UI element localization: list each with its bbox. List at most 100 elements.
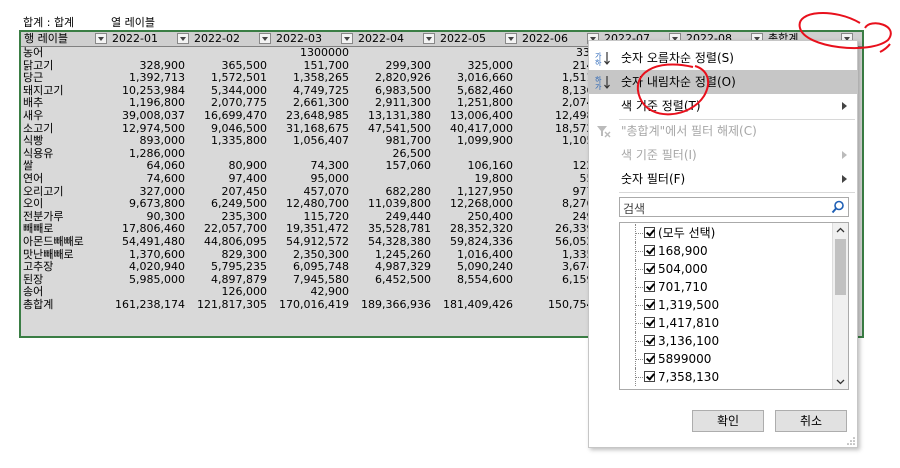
value-cell[interactable]: 893,000 [109, 135, 186, 148]
checkbox-checked-icon[interactable] [644, 371, 655, 382]
value-cell[interactable]: 54,328,380 [355, 235, 431, 249]
value-cell[interactable]: 11,039,800 [355, 198, 431, 211]
row-label[interactable]: 식빵 [23, 135, 43, 148]
value-cell[interactable]: 1,099,900 [437, 135, 513, 148]
value-cell[interactable]: 1,056,407 [273, 135, 349, 148]
checkbox-checked-icon[interactable] [644, 299, 655, 310]
row-label[interactable]: 오이 [23, 198, 43, 211]
value-cell[interactable]: 1,335,800 [191, 135, 267, 148]
row-label[interactable]: 총합계 [23, 298, 53, 312]
checkbox-checked-icon[interactable] [644, 227, 655, 238]
checkbox-checked-icon[interactable] [644, 335, 655, 346]
svg-text:하: 하 [595, 58, 602, 66]
scrollbar-thumb[interactable] [835, 239, 846, 295]
value-cell[interactable]: 3,016,660 [437, 72, 513, 85]
menu-separator [619, 192, 855, 193]
value-cell[interactable]: 1,358,265 [273, 72, 349, 85]
checkbox-checked-icon[interactable] [644, 317, 655, 328]
menu-clear-filter: "총합계"에서 필터 해제(C) [589, 119, 857, 143]
svg-text:가: 가 [595, 82, 602, 90]
value-cell[interactable]: 6,095,748 [273, 261, 349, 274]
checkbox-checked-icon[interactable] [644, 263, 655, 274]
menu-sort-by-color[interactable]: 색 기준 정렬(T) [589, 94, 857, 118]
menu-sort-ascending[interactable]: 가 하 숫자 오름차순 정렬(S) [589, 46, 857, 70]
chevron-right-icon [842, 102, 847, 110]
value-cell[interactable]: 1300000 [273, 46, 349, 60]
value-cell[interactable]: 2,820,926 [355, 72, 431, 85]
row-filter-dropdown-icon[interactable] [95, 33, 107, 44]
checkbox-label: 168,900 [658, 244, 708, 258]
row-label[interactable]: 새우 [23, 109, 43, 123]
value-cell[interactable]: 13,006,400 [437, 109, 513, 123]
value-cell[interactable]: 5,985,000 [109, 273, 185, 287]
value-cell[interactable]: 12,480,700 [273, 198, 349, 211]
row-labels-header[interactable]: 행 레이블 [21, 32, 109, 46]
value-cell[interactable]: 6,452,500 [355, 273, 431, 287]
value-cell[interactable]: 189,366,936 [355, 298, 431, 312]
row-label[interactable]: 당근 [23, 72, 43, 85]
value-cell[interactable]: 97,400 [191, 172, 268, 186]
value-cell[interactable]: 5,795,235 [191, 261, 267, 274]
value-cell[interactable]: 16,699,470 [191, 109, 267, 123]
menu-number-filter[interactable]: 숫자 필터(F) [589, 167, 857, 191]
value-cell[interactable]: 157,060 [355, 160, 432, 173]
menu-sort-descending[interactable]: 하 가 숫자 내림차순 정렬(O) [589, 70, 857, 94]
value-cell[interactable]: 1,572,501 [191, 72, 267, 85]
value-cell[interactable]: 54,491,480 [109, 235, 185, 249]
value-cell[interactable]: 12,268,000 [437, 198, 513, 211]
tree-line [635, 242, 644, 260]
col-filter-dropdown-icon[interactable] [259, 33, 271, 44]
col-filter-dropdown-icon[interactable] [341, 33, 353, 44]
checkbox-label: 504,000 [658, 262, 708, 276]
value-cell[interactable]: 19,800 [437, 172, 514, 186]
value-cell[interactable]: 9,673,800 [109, 198, 185, 211]
menu-item-label: 색 기준 정렬(T) [621, 99, 701, 113]
row-label[interactable]: 농어 [23, 46, 43, 60]
value-cell[interactable]: 54,912,572 [273, 235, 349, 249]
checkbox-label: 701,710 [658, 280, 708, 294]
col-filter-dropdown-icon[interactable] [505, 33, 517, 44]
row-label[interactable]: 아몬드빼빼로 [23, 235, 84, 249]
menu-item-label: 숫자 내림차순 정렬(O) [621, 75, 736, 89]
value-cell[interactable]: 5,090,240 [437, 261, 513, 274]
value-cell[interactable]: 13,131,380 [355, 109, 431, 123]
value-cell[interactable]: 121,817,305 [191, 298, 267, 312]
row-label[interactable]: 고추장 [23, 261, 53, 274]
col-filter-dropdown-icon[interactable] [177, 33, 189, 44]
tree-line [635, 260, 644, 278]
value-cell[interactable]: 181,409,426 [437, 298, 513, 312]
search-input[interactable]: 검색 [619, 197, 849, 217]
tree-line [635, 368, 644, 386]
cancel-button[interactable]: 취소 [775, 410, 847, 432]
checkbox-checked-icon[interactable] [644, 353, 655, 364]
menu-item-label: 색 기준 필터(I) [621, 148, 697, 162]
value-cell[interactable]: 4,020,940 [109, 261, 185, 274]
value-cell[interactable]: 8,554,600 [437, 273, 513, 287]
tree-line [635, 314, 644, 332]
ok-button[interactable]: 확인 [692, 410, 764, 432]
value-cell[interactable]: 4,987,329 [355, 261, 431, 274]
scroll-down-icon[interactable] [836, 377, 845, 386]
row-label[interactable]: 연어 [23, 172, 43, 186]
value-cell[interactable]: 161,238,174 [109, 298, 185, 312]
col-filter-dropdown-icon[interactable] [423, 33, 435, 44]
checkbox-checked-icon[interactable] [644, 245, 655, 256]
checkbox-label: 5899000 [658, 352, 712, 366]
scroll-up-icon[interactable] [836, 226, 845, 235]
value-cell[interactable]: 6,249,500 [191, 198, 267, 211]
chevron-right-icon [842, 151, 847, 159]
value-cell[interactable]: 59,824,336 [437, 235, 513, 249]
checkbox-checked-icon[interactable] [644, 281, 655, 292]
list-scrollbar[interactable] [832, 223, 848, 389]
value-cell[interactable]: 74,600 [109, 172, 186, 186]
value-cell[interactable]: 981,700 [355, 135, 432, 148]
menu-filter-by-color: 색 기준 필터(I) [589, 143, 857, 167]
value-cell[interactable]: 170,016,419 [273, 298, 349, 312]
value-cell[interactable]: 39,008,037 [109, 109, 185, 123]
value-cell[interactable]: 23,648,985 [273, 109, 349, 123]
value-cell[interactable]: 44,806,095 [191, 235, 267, 249]
value-cell[interactable]: 95,000 [273, 172, 350, 186]
checkbox-label: 7,358,130 [658, 370, 720, 384]
value-cell[interactable]: 1,392,713 [109, 72, 185, 85]
resize-grip-icon[interactable] [847, 437, 855, 445]
